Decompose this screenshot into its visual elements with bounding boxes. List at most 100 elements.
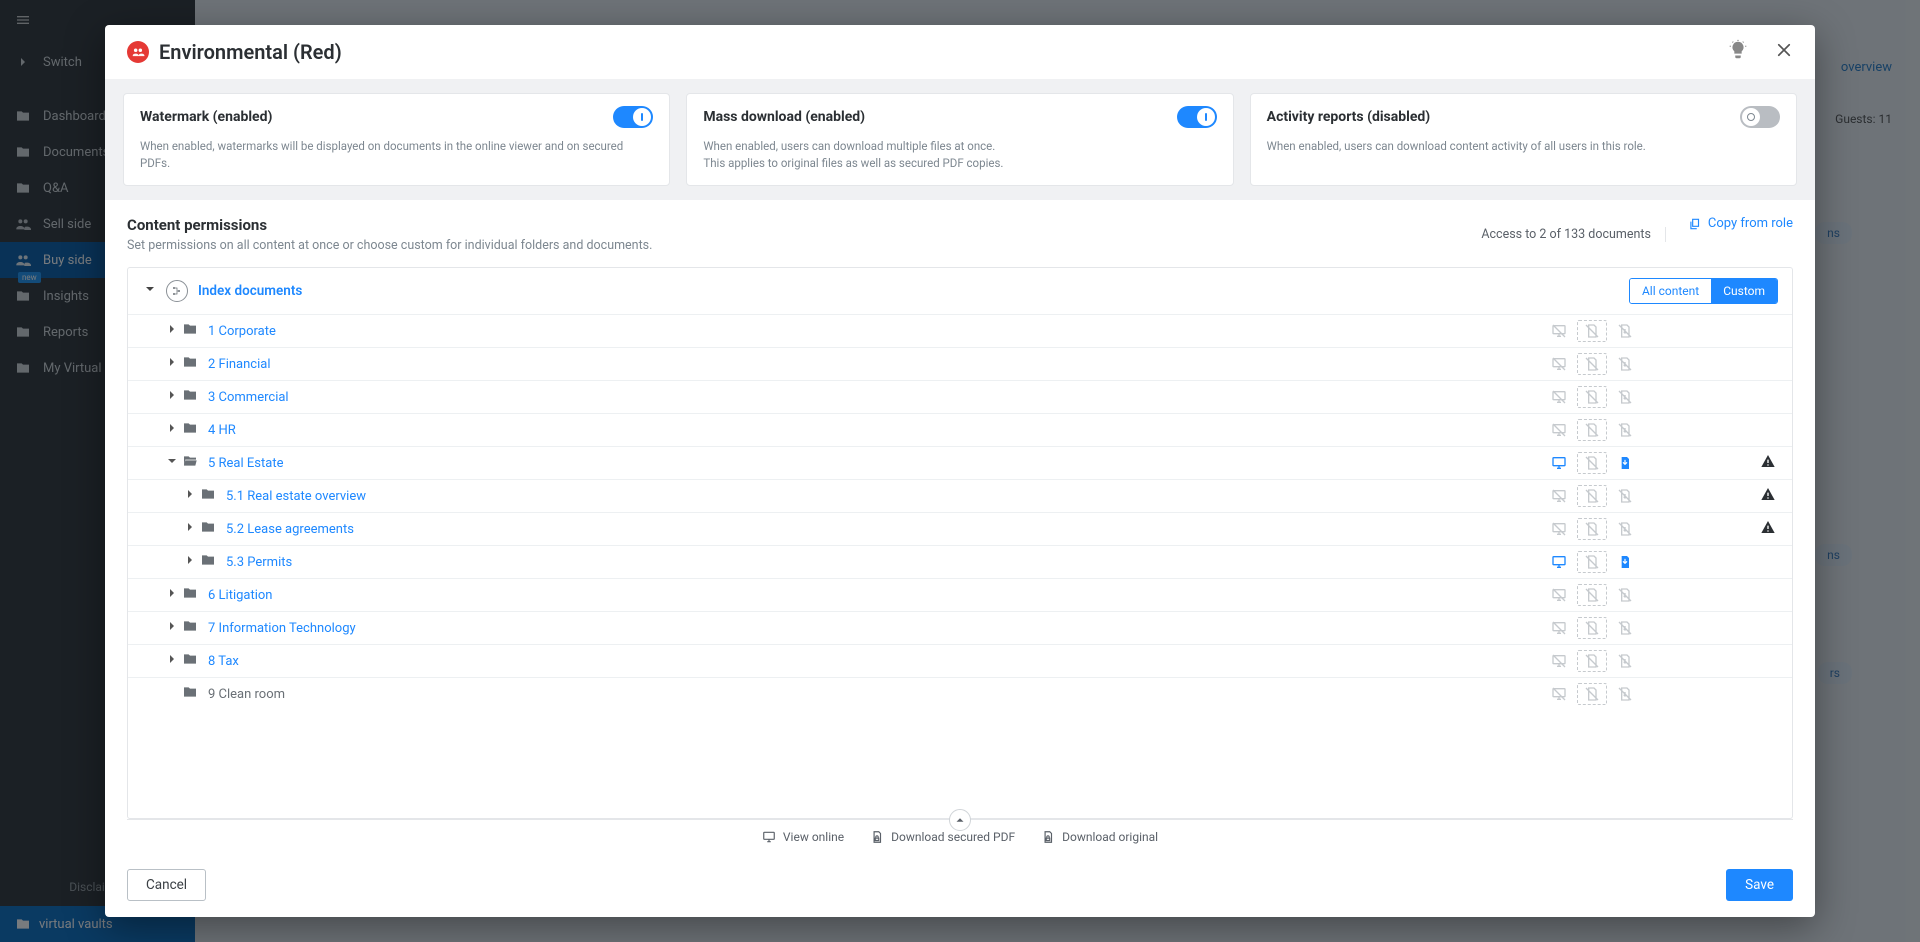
perm-download-original-icon[interactable] bbox=[1610, 452, 1640, 474]
perm-view-online-icon[interactable] bbox=[1544, 353, 1574, 375]
permission-mode-toggle: All content Custom bbox=[1629, 278, 1778, 304]
cancel-button[interactable]: Cancel bbox=[127, 869, 206, 901]
massdownload-toggle[interactable] bbox=[1177, 106, 1217, 128]
perm-download-secured-icon[interactable] bbox=[1577, 419, 1607, 441]
settings-strip: Watermark (enabled) When enabled, waterm… bbox=[105, 79, 1815, 200]
legend-view-online: View online bbox=[762, 830, 844, 844]
folder-label[interactable]: 5.1 Real estate overview bbox=[226, 489, 366, 504]
folder-label[interactable]: 3 Commercial bbox=[208, 390, 289, 405]
perm-view-online-icon[interactable] bbox=[1544, 551, 1574, 573]
chevron-right-icon[interactable] bbox=[182, 519, 200, 539]
save-button[interactable]: Save bbox=[1726, 869, 1793, 901]
perm-download-original-icon[interactable] bbox=[1610, 551, 1640, 573]
legend-download-secured: Download secured PDF bbox=[870, 830, 1015, 844]
perm-view-online-icon[interactable] bbox=[1544, 419, 1574, 441]
massdownload-card: Mass download (enabled) When enabled, us… bbox=[686, 93, 1233, 186]
folder-label[interactable]: 1 Corporate bbox=[208, 324, 276, 339]
hint-bulb-icon[interactable] bbox=[1727, 39, 1749, 65]
perm-view-online-icon[interactable] bbox=[1544, 320, 1574, 342]
collapse-up-icon[interactable] bbox=[949, 809, 971, 831]
warning-icon bbox=[1760, 486, 1778, 506]
perm-view-online-icon[interactable] bbox=[1544, 518, 1574, 540]
folder-row: 2 Financial bbox=[128, 347, 1792, 380]
perm-download-secured-icon[interactable] bbox=[1577, 584, 1607, 606]
perm-download-original-icon[interactable] bbox=[1610, 650, 1640, 672]
folder-label[interactable]: 5 Real Estate bbox=[208, 456, 283, 471]
folder-label: 9 Clean room bbox=[208, 687, 285, 702]
folder-label[interactable]: 5.3 Permits bbox=[226, 555, 292, 570]
chevron-right-icon[interactable] bbox=[164, 651, 182, 671]
custom-button[interactable]: Custom bbox=[1711, 279, 1777, 303]
watermark-toggle[interactable] bbox=[613, 106, 653, 128]
access-count: Access to 2 of 133 documents bbox=[1481, 227, 1666, 242]
folder-icon bbox=[182, 420, 200, 440]
chevron-right-icon[interactable] bbox=[164, 618, 182, 638]
legend-bar: View online Download secured PDF Downloa… bbox=[127, 819, 1793, 857]
perm-download-original-icon[interactable] bbox=[1610, 353, 1640, 375]
folder-label[interactable]: 7 Information Technology bbox=[208, 621, 356, 636]
perm-view-online-icon[interactable] bbox=[1544, 485, 1574, 507]
perm-download-secured-icon[interactable] bbox=[1577, 551, 1607, 573]
folder-row: 5.2 Lease agreements bbox=[128, 512, 1792, 545]
chevron-down-icon[interactable] bbox=[142, 281, 160, 301]
folder-icon bbox=[182, 354, 200, 374]
perm-download-original-icon[interactable] bbox=[1610, 584, 1640, 606]
perm-download-original-icon[interactable] bbox=[1610, 485, 1640, 507]
folder-icon bbox=[200, 519, 218, 539]
legend-download-original: Download original bbox=[1041, 830, 1158, 844]
content-permissions-section: Content permissions Set permissions on a… bbox=[105, 200, 1815, 857]
chevron-right-icon[interactable] bbox=[164, 321, 182, 341]
folder-label[interactable]: 5.2 Lease agreements bbox=[226, 522, 354, 537]
perm-download-original-icon[interactable] bbox=[1610, 419, 1640, 441]
perm-download-original-icon[interactable] bbox=[1610, 683, 1640, 705]
perm-download-original-icon[interactable] bbox=[1610, 617, 1640, 639]
watermark-card: Watermark (enabled) When enabled, waterm… bbox=[123, 93, 670, 186]
perm-download-secured-icon[interactable] bbox=[1577, 617, 1607, 639]
perm-download-secured-icon[interactable] bbox=[1577, 485, 1607, 507]
chevron-right-icon[interactable] bbox=[182, 552, 200, 572]
perm-view-online-icon[interactable] bbox=[1544, 452, 1574, 474]
chevron-right-icon[interactable] bbox=[164, 354, 182, 374]
chevron-right-icon[interactable] bbox=[164, 585, 182, 605]
folder-row: 7 Information Technology bbox=[128, 611, 1792, 644]
folder-icon bbox=[182, 585, 200, 605]
folder-label[interactable]: 8 Tax bbox=[208, 654, 239, 669]
perm-download-secured-icon[interactable] bbox=[1577, 683, 1607, 705]
close-icon[interactable] bbox=[1775, 41, 1793, 63]
perm-view-online-icon[interactable] bbox=[1544, 617, 1574, 639]
perm-view-online-icon[interactable] bbox=[1544, 650, 1574, 672]
perm-download-original-icon[interactable] bbox=[1610, 386, 1640, 408]
folder-icon bbox=[182, 651, 200, 671]
activity-card: Activity reports (disabled) When enabled… bbox=[1250, 93, 1797, 186]
perm-view-online-icon[interactable] bbox=[1544, 584, 1574, 606]
folder-label[interactable]: 4 HR bbox=[208, 423, 236, 438]
chevron-right-icon[interactable] bbox=[164, 420, 182, 440]
perm-download-secured-icon[interactable] bbox=[1577, 353, 1607, 375]
folder-row: 5.3 Permits bbox=[128, 545, 1792, 578]
perm-download-secured-icon[interactable] bbox=[1577, 386, 1607, 408]
index-documents-label[interactable]: Index documents bbox=[198, 283, 302, 299]
perm-download-secured-icon[interactable] bbox=[1577, 452, 1607, 474]
chevron-right-icon[interactable] bbox=[164, 387, 182, 407]
perm-view-online-icon[interactable] bbox=[1544, 683, 1574, 705]
activity-toggle[interactable] bbox=[1740, 106, 1780, 128]
folder-row: 5 Real Estate bbox=[128, 446, 1792, 479]
chevron-down-icon[interactable] bbox=[164, 453, 182, 473]
copy-from-role-link[interactable]: Copy from role bbox=[1688, 216, 1793, 231]
perm-download-secured-icon[interactable] bbox=[1577, 650, 1607, 672]
folder-label[interactable]: 2 Financial bbox=[208, 357, 271, 372]
perm-download-original-icon[interactable] bbox=[1610, 320, 1640, 342]
massdownload-title: Mass download (enabled) bbox=[703, 109, 865, 125]
perm-view-online-icon[interactable] bbox=[1544, 386, 1574, 408]
tree-root-icon bbox=[166, 280, 188, 302]
folder-row: 8 Tax bbox=[128, 644, 1792, 677]
folder-label[interactable]: 6 Litigation bbox=[208, 588, 273, 603]
all-content-button[interactable]: All content bbox=[1630, 279, 1711, 303]
modal-title: Environmental (Red) bbox=[159, 40, 342, 64]
perm-download-secured-icon[interactable] bbox=[1577, 320, 1607, 342]
perm-download-secured-icon[interactable] bbox=[1577, 518, 1607, 540]
chevron-right-icon[interactable] bbox=[182, 486, 200, 506]
tree-container[interactable]: Index documents All content Custom 1 Cor… bbox=[127, 267, 1793, 819]
folder-row: 5.1 Real estate overview bbox=[128, 479, 1792, 512]
perm-download-original-icon[interactable] bbox=[1610, 518, 1640, 540]
